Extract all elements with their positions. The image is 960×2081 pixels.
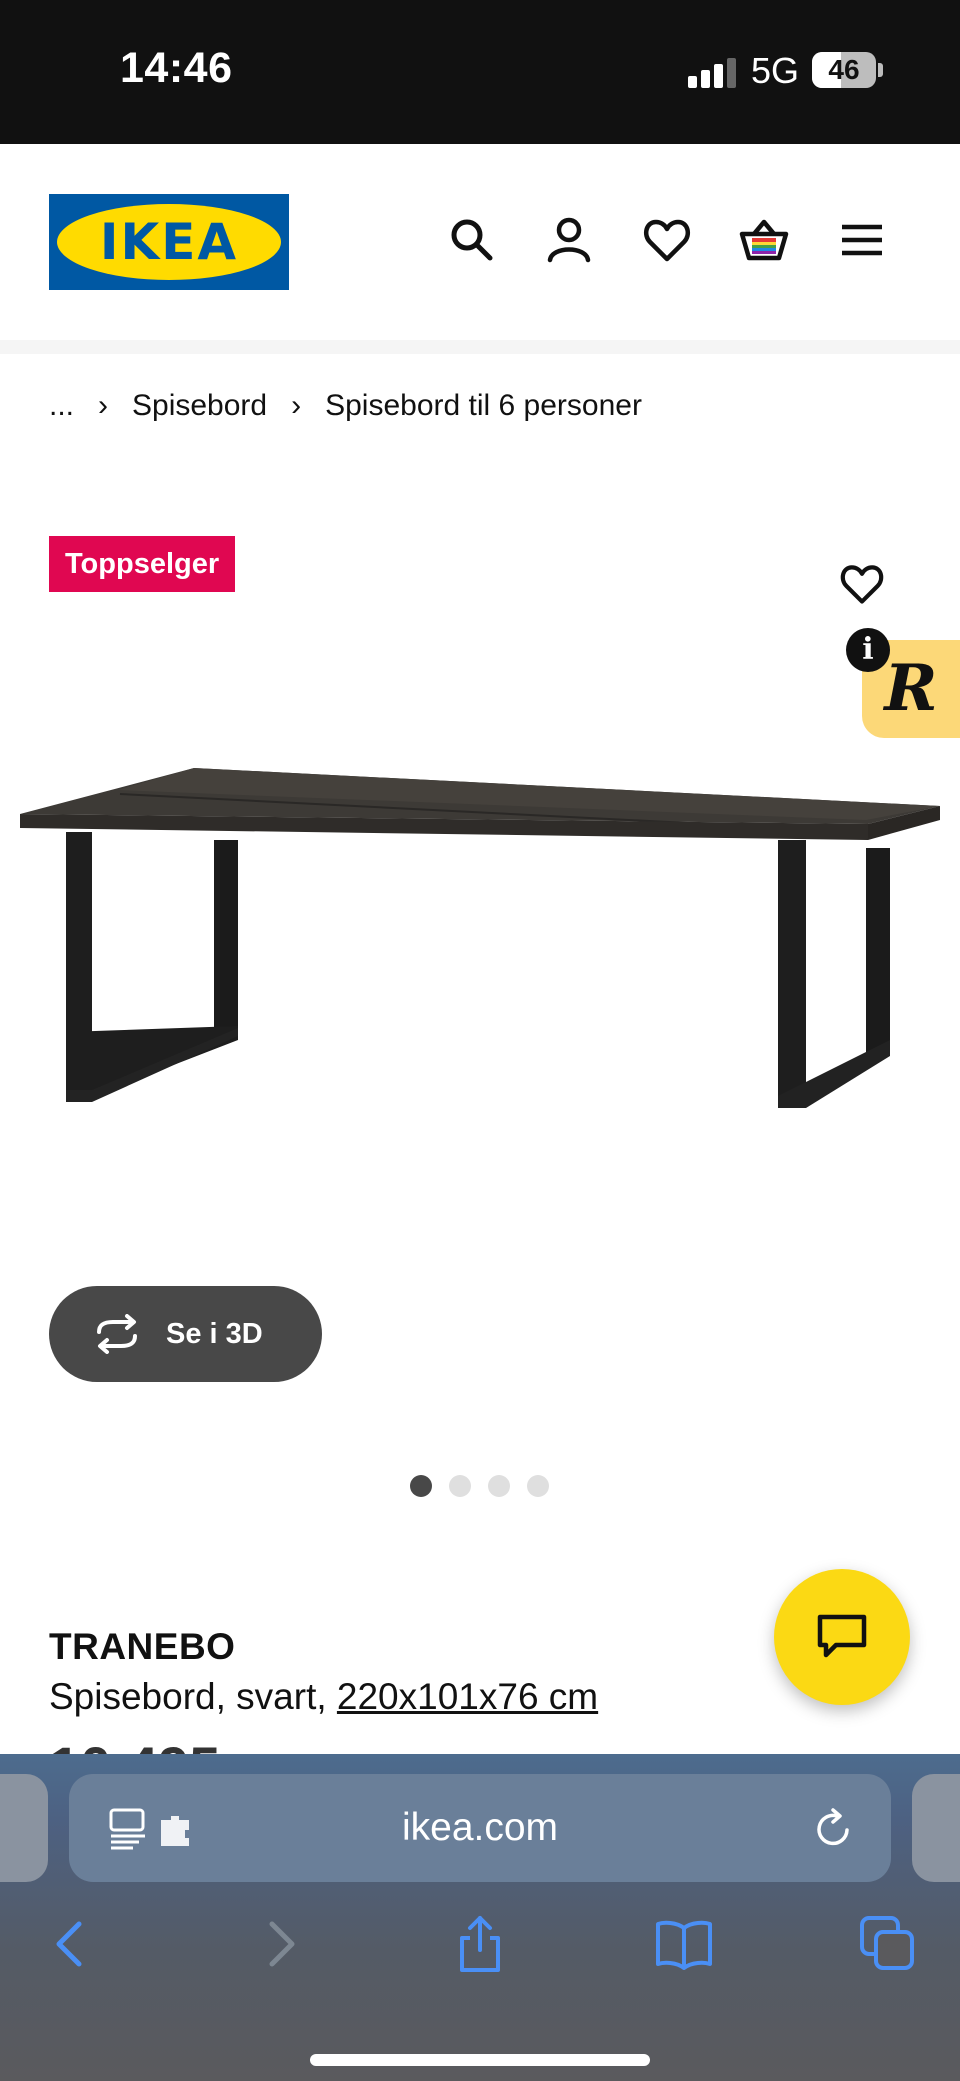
breadcrumb-item-6-personer[interactable]: Spisebord til 6 personer (325, 389, 642, 423)
product-dimensions-link[interactable]: 220x101x76 cm (337, 1676, 598, 1717)
back-icon[interactable] (41, 1914, 101, 1974)
browser-bottom-bar: ikea.com (0, 1754, 960, 2081)
address-bar[interactable]: ikea.com (69, 1774, 891, 1882)
carousel-dot-3[interactable] (488, 1475, 510, 1497)
tabs-icon[interactable] (858, 1914, 918, 1974)
image-carousel-dots (410, 1475, 549, 1497)
chevron-right-icon: › (291, 389, 302, 422)
logo-text: IKEA (99, 213, 239, 271)
menu-icon[interactable] (836, 214, 888, 266)
bookmarks-icon[interactable] (654, 1914, 714, 1974)
search-icon[interactable] (446, 214, 498, 266)
ikea-logo[interactable]: IKEA (49, 194, 289, 290)
favourite-heart-icon[interactable] (838, 560, 886, 608)
carousel-dot-4[interactable] (527, 1475, 549, 1497)
forward-icon (269, 1921, 295, 1967)
home-indicator (310, 2054, 650, 2066)
chat-button[interactable] (774, 1569, 910, 1705)
battery-level: 46 (828, 54, 860, 85)
breadcrumb: ... › Spisebord › Spisebord til 6 person… (49, 386, 642, 426)
heart-icon[interactable] (641, 214, 693, 266)
basket-icon[interactable] (738, 214, 790, 266)
chat-icon (817, 1614, 867, 1658)
header-divider (0, 340, 960, 354)
breadcrumb-ellipsis[interactable]: ... (49, 389, 74, 423)
carousel-dot-1[interactable] (410, 1475, 432, 1497)
cellular-signal-icon (688, 58, 736, 88)
previous-tab-peek[interactable] (0, 1774, 48, 1882)
rotate-3d-icon (97, 1314, 137, 1354)
breadcrumb-item-spisebord[interactable]: Spisebord (132, 389, 267, 423)
status-bar: 14:46 5G 46 (0, 0, 960, 144)
product-image-table[interactable] (0, 740, 960, 1200)
product-type: Spisebord, svart, (49, 1676, 337, 1717)
info-icon[interactable]: i (846, 628, 890, 672)
carousel-dot-2[interactable] (449, 1475, 471, 1497)
battery-cap (878, 63, 883, 77)
product-price: 10 495 (49, 1737, 220, 1755)
chevron-right-icon: › (98, 389, 109, 422)
view-in-3d-label: Se i 3D (166, 1318, 263, 1350)
reload-icon[interactable] (813, 1808, 855, 1850)
status-time: 14:46 (120, 44, 233, 92)
url-text: ikea.com (401, 1806, 559, 1849)
top-seller-badge: Toppselger (49, 536, 236, 592)
view-in-3d-button[interactable]: Se i 3D (49, 1286, 322, 1382)
network-type: 5G (751, 50, 800, 91)
product-description: Spisebord, svart, 220x101x76 cm (49, 1676, 598, 1718)
site-header: IKEA (0, 144, 960, 340)
share-icon[interactable] (450, 1914, 510, 1974)
next-tab-peek[interactable] (912, 1774, 960, 1882)
battery-icon: 46 (812, 52, 876, 88)
product-name: TRANEBO (49, 1626, 236, 1667)
user-icon[interactable] (543, 214, 595, 266)
